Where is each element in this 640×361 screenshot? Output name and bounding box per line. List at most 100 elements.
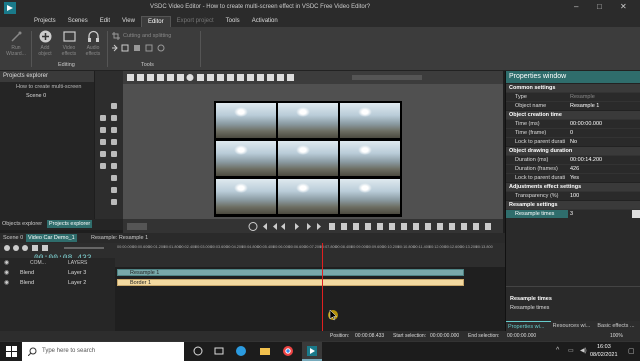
vsdc-taskbar-button[interactable] <box>302 342 322 361</box>
menu-export-project[interactable]: Export project <box>171 16 220 27</box>
clip-resample[interactable]: Resample 1 <box>117 269 464 276</box>
taskbar-search-box[interactable]: Type here to search <box>22 342 184 361</box>
crop-icon[interactable] <box>112 32 120 40</box>
multi-screen-preview[interactable] <box>214 101 402 217</box>
menu-tools[interactable]: Tools <box>220 16 246 27</box>
menu-edit[interactable]: Edit <box>94 16 116 27</box>
start-selection-label: Start selection: <box>393 333 427 339</box>
resample-settings-section[interactable]: Resample settings <box>506 200 640 209</box>
tool-icon[interactable] <box>100 115 106 121</box>
lock-to-parent-row[interactable]: Lock to parent durati No <box>506 137 640 146</box>
ruler-tick-label: 00:07.200 <box>304 245 322 249</box>
wand-icon <box>10 31 21 42</box>
search-icon <box>28 347 37 356</box>
track-visibility-icon[interactable]: ◉ <box>4 269 9 276</box>
zoom-level[interactable]: 100% <box>610 333 623 339</box>
search-placeholder: Type here to search <box>42 348 96 354</box>
tab-objects-explorer[interactable]: Objects explorer <box>2 221 42 227</box>
tool-icon[interactable] <box>111 139 117 145</box>
lock-duration-row[interactable]: Lock to parent durati Yes <box>506 173 640 182</box>
tool-icon[interactable] <box>100 139 106 145</box>
network-icon[interactable]: ▭ <box>568 347 574 354</box>
type-row: Type Resample <box>506 92 640 101</box>
canvas-tool-icons[interactable] <box>127 73 427 82</box>
windows-taskbar: Type here to search ^ ▭ ◀) 16:03 08/02/2… <box>0 341 640 361</box>
timeline-ruler[interactable]: 00:00.000 00:00.600 00:01.200 00:01.800 00:0… <box>115 243 505 267</box>
object-name-row[interactable]: Object name Resample 1 <box>506 101 640 110</box>
clip-border[interactable]: Border 1 <box>117 279 464 286</box>
tool-icon[interactable] <box>111 199 117 205</box>
ruler-tick-label: 00:12.000 <box>429 245 446 249</box>
chrome-icon[interactable] <box>283 346 293 356</box>
close-icon[interactable]: ✕ <box>620 2 627 11</box>
tab-properties-window[interactable]: Properties wi... <box>506 321 551 331</box>
playback-icons[interactable] <box>127 222 497 231</box>
transparency-row[interactable]: Transparency (%) 100 <box>506 191 640 200</box>
explorer-tabs: Objects explorer Projects explorer <box>0 219 123 230</box>
minimize-icon[interactable]: – <box>574 2 578 11</box>
timeline-tool-icons[interactable] <box>4 244 104 252</box>
menu-projects[interactable]: Projects <box>28 16 62 27</box>
tool-icon[interactable] <box>111 175 117 181</box>
tool-icon[interactable] <box>111 115 117 121</box>
edge-icon[interactable] <box>236 346 246 356</box>
project-tree-item[interactable]: How to create multi-screen <box>0 82 94 92</box>
resample-times-row[interactable]: Resample times 3 <box>506 209 640 218</box>
file-explorer-icon[interactable] <box>260 346 270 356</box>
tool-icon[interactable] <box>111 127 117 133</box>
ribbon: Run Wizard... Add object Video effects A… <box>0 27 640 71</box>
task-view-icon[interactable] <box>214 346 224 356</box>
scene-tree-item[interactable]: Scene 0 <box>0 92 94 100</box>
tab-scene-0[interactable]: Scene 0 <box>3 235 23 241</box>
cutting-label[interactable]: Cutting and splitting <box>123 33 171 39</box>
rectangle-tool-icon[interactable] <box>111 151 117 157</box>
creation-time-section[interactable]: Object creation time <box>506 110 640 119</box>
tool-icons-row[interactable] <box>112 44 172 52</box>
add-object-button[interactable]: Add object <box>35 30 55 57</box>
volume-icon[interactable]: ◀) <box>580 347 587 354</box>
move-tool-icon[interactable] <box>100 163 106 169</box>
common-settings-section[interactable]: Common settings <box>506 83 640 92</box>
text-tool-icon[interactable] <box>111 187 117 193</box>
pointer-tool-icon[interactable] <box>111 103 117 109</box>
tab-basic-effects[interactable]: Basic effects ... <box>595 321 640 331</box>
menu-editor[interactable]: Editor <box>140 16 171 27</box>
clock-date[interactable]: 08/02/2021 <box>590 352 618 358</box>
tab-video-car-demo[interactable]: Video Car Demo_1 <box>26 234 77 242</box>
tray-chevron-icon[interactable]: ^ <box>556 347 559 354</box>
tab-resources-window[interactable]: Resources wi... <box>551 321 596 331</box>
menu-scenes[interactable]: Scenes <box>62 16 94 27</box>
cortana-icon[interactable] <box>193 346 203 356</box>
tab-projects-explorer[interactable]: Projects explorer <box>47 220 93 228</box>
track-blend[interactable]: Blend <box>20 280 34 286</box>
ruler-tick-label: 00:01.200 <box>148 245 166 249</box>
menu-activation[interactable]: Activation <box>246 16 284 27</box>
track-visibility-icon[interactable]: ◉ <box>4 279 9 286</box>
time-ms-row[interactable]: Time (ms) 00:00:00.000 <box>506 119 640 128</box>
time-frame-row[interactable]: Time (frame) 0 <box>506 128 640 137</box>
spin-buttons[interactable] <box>632 210 640 218</box>
tool-icon[interactable] <box>100 151 106 157</box>
playhead[interactable] <box>322 267 323 331</box>
maximize-icon[interactable]: □ <box>597 2 602 11</box>
video-effects-button[interactable]: Video effects <box>58 30 80 57</box>
run-wizard-button[interactable]: Run Wizard... <box>4 30 28 57</box>
end-selection-label: End selection: <box>468 333 500 339</box>
notifications-icon[interactable]: ▢ <box>628 347 635 355</box>
audio-effects-button[interactable]: Audio effects <box>82 30 104 57</box>
duration-frames-row[interactable]: Duration (frames) 426 <box>506 164 640 173</box>
tab-resample[interactable]: Resample: Resample 1 <box>91 235 148 241</box>
ruler-tick-label: 00:08.400 <box>335 245 353 249</box>
windows-start-icon[interactable] <box>6 346 17 357</box>
ellipse-tool-icon[interactable] <box>111 163 117 169</box>
start-selection-value: 00:00:00.000 <box>430 333 460 339</box>
track-blend[interactable]: Blend <box>20 270 34 276</box>
duration-ms-row[interactable]: Duration (ms) 00:00:14.200 <box>506 155 640 164</box>
clock-time[interactable]: 16:03 <box>597 344 611 350</box>
tool-icon[interactable] <box>100 127 106 133</box>
visibility-icon[interactable]: ◉ <box>4 259 9 266</box>
adjustments-section[interactable]: Adjustments effect settings <box>506 182 640 191</box>
headphones-icon <box>87 30 99 42</box>
drawing-duration-section[interactable]: Object drawing duration <box>506 146 640 155</box>
menu-view[interactable]: View <box>116 16 141 27</box>
